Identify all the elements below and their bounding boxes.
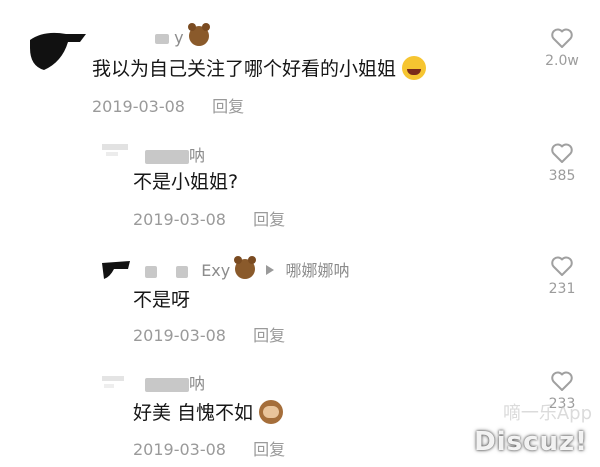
see-no-evil-monkey-emoji-icon [259,400,284,424]
comment-text: 我以为自己关注了哪个好看的小姐姐 [92,54,427,81]
comment-date: 2019-03-08 [92,97,185,116]
comment-text: 不是呀 [133,289,191,311]
comment-meta: 2019-03-08 回复 [133,436,285,460]
avatar[interactable] [100,257,138,283]
comment-date: 2019-03-08 [133,440,226,459]
like-count: 2.0w [545,53,579,69]
comment-text: 好美 自愧不如 [133,398,284,425]
username-text: Exy [201,261,231,280]
heart-outline-icon [551,371,573,391]
heart-outline-icon [551,256,573,276]
reply-to-username[interactable]: 哪娜娜呐 [286,261,350,280]
watermark-faint: 嘀一乐App [502,403,592,424]
comment-date: 2019-03-08 [133,210,226,229]
comment-item: y 我以为自己关注了哪个好看的小姐姐 2019-03-08 回复 2.0w [0,0,600,125]
reply-arrow-icon [266,265,275,275]
username-redacted [176,265,189,278]
comment-item: 呐 不是小姐姐? 2019-03-08 回复 385 [0,130,600,240]
username-redacted [145,265,157,278]
reply-button[interactable]: 回复 [253,326,285,345]
heart-outline-icon [551,28,573,48]
username-text: 呐 [189,374,206,393]
watermark: Discuz! [474,427,588,457]
comment-text-content: 好美 自愧不如 [133,402,254,424]
username-text: y [174,28,184,47]
comment-date: 2019-03-08 [133,326,226,345]
comment-item: Exy 哪娜娜呐 不是呀 2019-03-08 回复 231 [0,245,600,355]
bear-emoji-icon [234,256,257,279]
comment-meta: 2019-03-08 回复 [92,93,244,117]
bear-emoji-icon [187,23,210,46]
username-redacted [155,33,169,44]
comment-text: 不是小姐姐? [133,171,239,193]
like-button[interactable]: 2.0w [537,27,587,69]
heart-outline-icon [551,143,573,163]
reply-button[interactable]: 回复 [212,97,244,116]
username[interactable]: Exy 哪娜娜呐 [145,256,350,281]
username-redacted [145,149,189,164]
laughing-tears-emoji-icon [402,56,427,80]
like-button[interactable]: 231 [537,255,587,297]
comment-text-content: 我以为自己关注了哪个好看的小姐姐 [92,58,397,80]
comment-meta: 2019-03-08 回复 [133,206,285,230]
username[interactable]: 呐 [145,370,205,394]
reply-button[interactable]: 回复 [253,210,285,229]
avatar[interactable] [98,142,136,168]
username-redacted [145,377,189,392]
username[interactable]: 呐 [145,142,205,166]
avatar[interactable] [28,28,88,72]
comment-meta: 2019-03-08 回复 [133,322,285,346]
like-button[interactable]: 385 [537,142,587,184]
like-count: 231 [548,281,576,297]
username[interactable]: y [155,23,210,47]
reply-button[interactable]: 回复 [253,440,285,459]
username-text: 呐 [189,146,206,165]
like-count: 385 [548,168,576,184]
avatar[interactable] [98,372,136,398]
